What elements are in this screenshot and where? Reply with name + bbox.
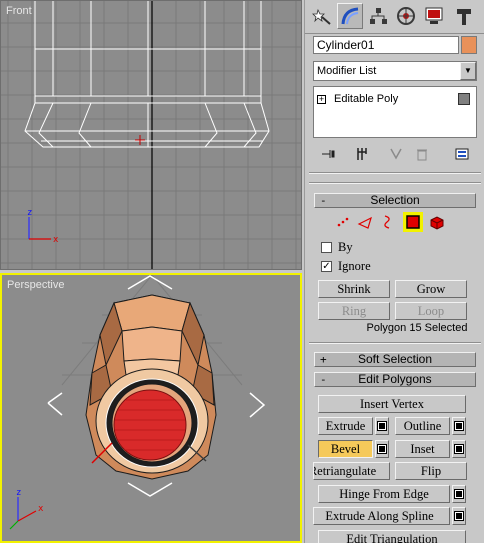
- settings-square-icon: [377, 444, 387, 454]
- hierarchy-tab[interactable]: [365, 3, 391, 29]
- perspective-viewport[interactable]: z x Perspective: [0, 273, 302, 543]
- outline-button[interactable]: Outline: [395, 417, 450, 435]
- hammer-icon: [457, 9, 471, 25]
- extrude-button[interactable]: Extrude: [318, 417, 373, 435]
- trash-icon: [417, 149, 427, 161]
- panel-divider: [309, 342, 481, 344]
- border-icon: [384, 215, 390, 229]
- extrude-spline-settings-button[interactable]: [452, 507, 466, 525]
- show-end-result-button[interactable]: [353, 145, 371, 163]
- rollout-title: Edit Polygons: [358, 372, 432, 386]
- front-axis-x-label: x: [53, 235, 59, 245]
- monitor-icon: [425, 7, 443, 24]
- bevel-button[interactable]: Bevel: [318, 440, 373, 458]
- edit-triangulation-button[interactable]: Edit Triangulation: [318, 530, 466, 543]
- shrink-button[interactable]: Shrink: [318, 280, 390, 298]
- utilities-tab[interactable]: [451, 3, 477, 29]
- pin-icon: [322, 150, 335, 158]
- command-panel-tabs: [305, 0, 484, 34]
- hinge-from-edge-button[interactable]: Hinge From Edge: [318, 485, 450, 503]
- bend-icon: [341, 7, 359, 25]
- make-unique-button[interactable]: [387, 145, 405, 163]
- modifier-list-dropdown[interactable]: Modifier List ▼: [313, 61, 477, 81]
- modify-tab[interactable]: [337, 3, 363, 29]
- expand-plus-icon[interactable]: +: [317, 94, 326, 104]
- loop-button[interactable]: Loop: [395, 302, 467, 320]
- object-name-field[interactable]: Cylinder01: [313, 36, 459, 54]
- make-unique-icon: [390, 148, 402, 160]
- front-axis-z-label: z: [27, 208, 32, 218]
- modifier-list-label: Modifier List: [317, 65, 377, 77]
- settings-square-icon: [454, 444, 464, 454]
- inset-button[interactable]: Inset: [395, 440, 450, 458]
- extrude-along-spline-button[interactable]: Extrude Along Spline: [313, 507, 450, 525]
- panel-divider: [309, 172, 481, 174]
- motion-tab[interactable]: [393, 3, 419, 29]
- vertex-icon: [337, 217, 349, 227]
- rollout-title: Soft Selection: [357, 352, 433, 366]
- retriangulate-button[interactable]: Retriangulate: [313, 462, 390, 480]
- polygon-icon: [406, 215, 420, 229]
- front-viewport-canvas: z x: [1, 1, 301, 269]
- edge-mode-button[interactable]: [355, 212, 375, 232]
- stack-item-editable-poly[interactable]: + Editable Poly: [317, 91, 473, 107]
- persp-axis-x-label: x: [38, 504, 44, 514]
- stack-item-toggle[interactable]: [458, 93, 470, 105]
- object-color-swatch[interactable]: [461, 36, 477, 54]
- end-result-icon: [357, 148, 367, 160]
- modifier-stack[interactable]: + Editable Poly: [313, 86, 477, 138]
- by-vertex-checkbox-row[interactable]: By: [321, 239, 353, 255]
- vertex-mode-button[interactable]: [333, 212, 353, 232]
- configure-icon: [455, 148, 469, 160]
- ignore-backfacing-checkbox[interactable]: ✓: [321, 260, 332, 272]
- extrude-settings-button[interactable]: [375, 417, 389, 435]
- flip-button[interactable]: Flip: [395, 462, 467, 480]
- rollout-title: Selection: [370, 193, 420, 207]
- by-vertex-checkbox[interactable]: [321, 241, 332, 253]
- grow-button[interactable]: Grow: [395, 280, 467, 298]
- command-panel: Cylinder01 Modifier List ▼ + Editable Po…: [304, 0, 484, 543]
- settings-square-icon: [454, 489, 464, 499]
- stack-item-label: Editable Poly: [334, 93, 399, 105]
- ignore-backfacing-checkbox-row[interactable]: ✓ Ignore: [321, 258, 371, 274]
- star-wand-icon: [312, 8, 331, 25]
- selection-status: Polygon 15 Selected: [366, 322, 468, 334]
- ignore-backfacing-label: Ignore: [338, 258, 371, 273]
- remove-modifier-button[interactable]: [413, 145, 431, 163]
- hinge-settings-button[interactable]: [452, 485, 466, 503]
- settings-square-icon: [377, 421, 387, 431]
- panel-divider: [309, 182, 481, 184]
- element-icon: [430, 216, 444, 230]
- border-mode-button[interactable]: [377, 212, 397, 232]
- stack-toolbar: [313, 143, 477, 165]
- soft-selection-rollout-header[interactable]: + Soft Selection: [314, 352, 476, 367]
- persp-axis-z-label: z: [16, 488, 21, 498]
- front-viewport-label[interactable]: Front: [6, 5, 32, 17]
- front-viewport[interactable]: z x Front: [0, 0, 302, 270]
- by-vertex-label: By: [338, 239, 353, 254]
- hierarchy-icon: [370, 8, 387, 24]
- settings-square-icon: [454, 421, 464, 431]
- motion-wheel-icon: [397, 7, 415, 25]
- polygon-mode-button[interactable]: [403, 212, 423, 232]
- outline-settings-button[interactable]: [452, 417, 466, 435]
- bevel-settings-button[interactable]: [375, 440, 389, 458]
- edit-polygons-rollout-header[interactable]: - Edit Polygons: [314, 372, 476, 387]
- perspective-viewport-label[interactable]: Perspective: [7, 279, 64, 291]
- perspective-viewport-canvas: z x: [9, 275, 266, 530]
- display-tab[interactable]: [421, 3, 447, 29]
- settings-square-icon: [454, 511, 464, 521]
- configure-modifier-sets-button[interactable]: [453, 145, 471, 163]
- pin-stack-button[interactable]: [319, 145, 337, 163]
- edge-icon: [357, 216, 372, 229]
- element-mode-button[interactable]: [427, 212, 447, 232]
- chevron-down-icon[interactable]: ▼: [460, 62, 476, 80]
- selection-rollout-header[interactable]: - Selection: [314, 193, 476, 208]
- create-tab[interactable]: [309, 3, 335, 29]
- inset-settings-button[interactable]: [452, 440, 466, 458]
- insert-vertex-button[interactable]: Insert Vertex: [318, 395, 466, 413]
- ring-button[interactable]: Ring: [318, 302, 390, 320]
